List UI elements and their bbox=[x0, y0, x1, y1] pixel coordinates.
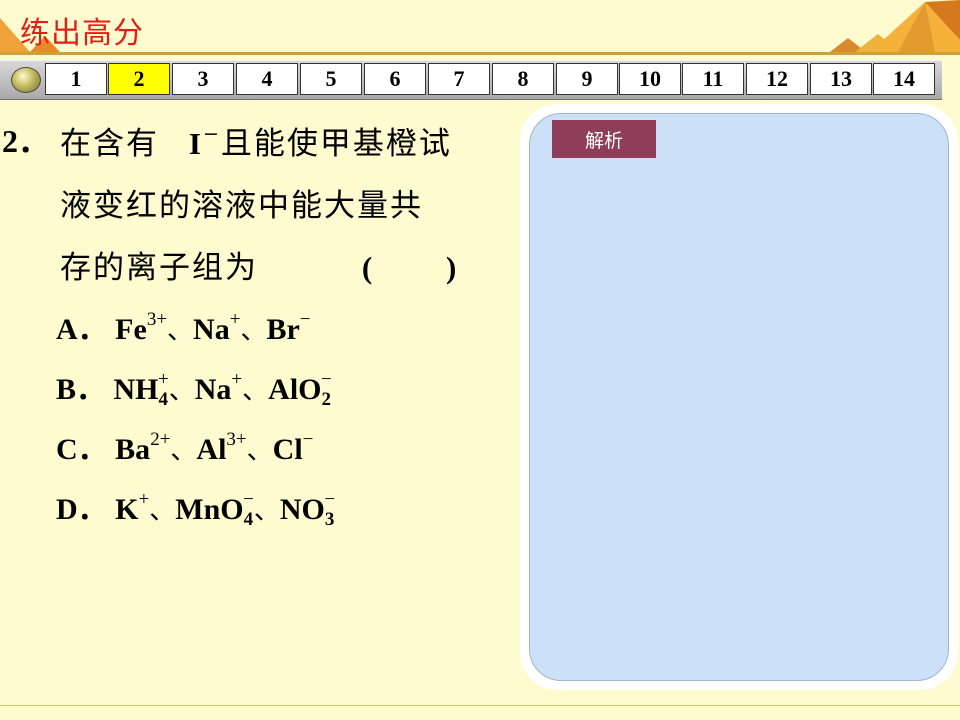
option-label: B． bbox=[56, 373, 107, 406]
question-text: 在含有 bbox=[60, 126, 159, 162]
page-tab-13[interactable]: 13 bbox=[810, 63, 872, 95]
ion-charge: − bbox=[302, 429, 314, 450]
ion-formula: NO bbox=[279, 493, 325, 526]
page-tab-9[interactable]: 9 bbox=[556, 63, 618, 95]
ion-formula: NH bbox=[113, 373, 159, 406]
ion-formula: K bbox=[115, 493, 139, 526]
separator: 、 bbox=[149, 496, 176, 526]
analysis-panel bbox=[520, 104, 958, 690]
header-divider bbox=[0, 52, 960, 55]
page-tab-5[interactable]: 5 bbox=[300, 63, 362, 95]
ion-subscript: 2 bbox=[321, 389, 332, 410]
ion-subscript: 4 bbox=[158, 389, 169, 410]
iodide-ion: I bbox=[188, 126, 203, 161]
page-tab-3[interactable]: 3 bbox=[172, 63, 234, 95]
page-tab-6[interactable]: 6 bbox=[364, 63, 426, 95]
page-tab-12[interactable]: 12 bbox=[746, 63, 808, 95]
ion-formula: Ba bbox=[115, 433, 151, 466]
question-text: 且能使甲基橙试 bbox=[220, 126, 452, 162]
question-line-2: 液变红的溶液中能大量共 bbox=[60, 188, 423, 224]
ion-charge: + bbox=[158, 369, 169, 390]
separator: 、 bbox=[253, 496, 280, 526]
page-tab-4[interactable]: 4 bbox=[236, 63, 298, 95]
ion-subscript: 4 bbox=[243, 509, 254, 530]
header: 练出高分 bbox=[0, 0, 960, 58]
ion-formula: Br bbox=[266, 313, 300, 346]
analysis-button[interactable]: 解析 bbox=[552, 120, 656, 158]
page-tab-1[interactable]: 1 bbox=[45, 63, 107, 95]
separator: 、 bbox=[242, 376, 269, 406]
ion-charge: + bbox=[138, 489, 150, 510]
ion-charge: − bbox=[202, 123, 221, 145]
page-navigation-bar: 1 2 3 4 5 6 7 8 9 10 11 12 13 14 bbox=[0, 60, 942, 100]
ion-formula: Na bbox=[194, 373, 232, 406]
pyramid-decoration bbox=[0, 0, 960, 52]
ion-charge: − bbox=[299, 309, 311, 330]
ion-charge: 3+ bbox=[226, 429, 247, 450]
page-title: 练出高分 bbox=[20, 16, 144, 51]
option-label: A． bbox=[56, 313, 108, 346]
separator: 、 bbox=[167, 316, 194, 346]
ion-charge: − bbox=[321, 369, 332, 390]
page-tab-8[interactable]: 8 bbox=[492, 63, 554, 95]
ion-charge: − bbox=[324, 489, 336, 510]
question-line-1: 在含有 I−且能使甲基橙试 bbox=[60, 118, 452, 163]
option-label: C． bbox=[56, 433, 108, 466]
separator: 、 bbox=[240, 316, 267, 346]
nav-home-knob-icon[interactable] bbox=[11, 67, 41, 93]
question-number: 2． bbox=[2, 123, 51, 159]
option-c[interactable]: C． Ba2+、Al3+、Cl− bbox=[56, 424, 313, 468]
page-tab-11[interactable]: 11 bbox=[682, 63, 744, 95]
ion-charge: + bbox=[229, 309, 241, 330]
page-tab-7[interactable]: 7 bbox=[428, 63, 490, 95]
ion-formula: MnO bbox=[175, 493, 244, 526]
footer-divider bbox=[0, 705, 960, 706]
answer-paren-open: ( bbox=[361, 250, 375, 285]
ion-formula: Na bbox=[193, 313, 230, 346]
page-tab-10[interactable]: 10 bbox=[619, 63, 681, 95]
separator: 、 bbox=[246, 436, 273, 466]
page-tab-14[interactable]: 14 bbox=[873, 63, 935, 95]
ion-subscript: 3 bbox=[324, 509, 335, 530]
ion-charge: 3+ bbox=[146, 309, 168, 330]
answer-paren-close: ) bbox=[446, 250, 459, 285]
option-label: D． bbox=[56, 493, 108, 526]
ion-formula: Fe bbox=[115, 313, 147, 346]
analysis-panel-content bbox=[529, 113, 949, 681]
separator: 、 bbox=[170, 436, 197, 466]
ion-charge: + bbox=[231, 369, 243, 390]
ion-formula: Al bbox=[196, 433, 227, 466]
page-tab-2[interactable]: 2 bbox=[108, 63, 170, 95]
option-b[interactable]: B． NH4+、Na+、AlO2− bbox=[56, 364, 332, 411]
option-d[interactable]: D． K+、MnO4−、NO3− bbox=[56, 484, 335, 531]
ion-charge: 2+ bbox=[150, 429, 171, 450]
separator: 、 bbox=[168, 376, 195, 406]
ion-charge: − bbox=[243, 489, 254, 510]
option-a[interactable]: A． Fe3+、Na+、Br− bbox=[56, 304, 311, 348]
ion-formula: AlO bbox=[268, 373, 322, 406]
question-line-3: 存的离子组为 ( ) bbox=[60, 242, 458, 287]
ion-formula: Cl bbox=[272, 433, 303, 466]
question-text: 存的离子组为 bbox=[60, 250, 258, 286]
